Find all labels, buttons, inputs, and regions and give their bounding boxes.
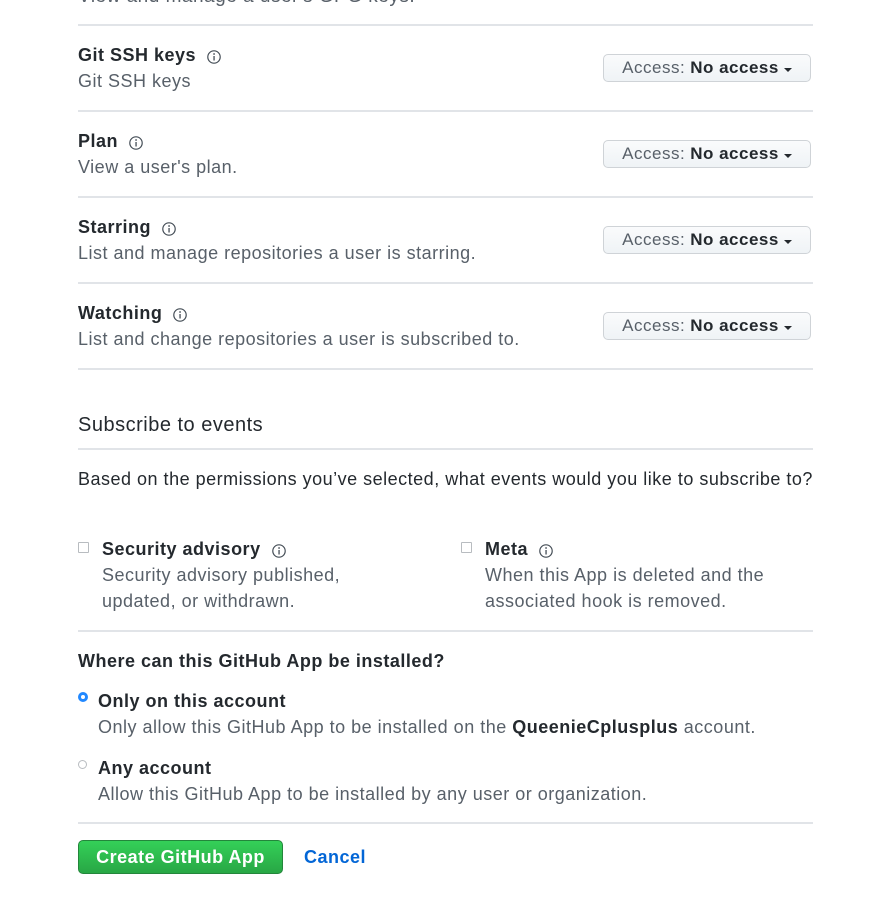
permission-title-starring: Starring xyxy=(78,217,176,238)
create-github-app-button[interactable]: Create GitHub App xyxy=(78,840,283,874)
events-prose: Based on the permissions you’ve selected… xyxy=(78,469,813,489)
account-name: QueenieCplusplus xyxy=(512,717,679,737)
access-dropdown-starring[interactable]: Access: No access xyxy=(603,226,811,254)
clipped-permission-description: View and manage a user's GPG keys. xyxy=(78,0,415,8)
divider xyxy=(78,196,813,198)
divider xyxy=(78,24,813,26)
permission-title-watching: Watching xyxy=(78,303,188,324)
permission-desc-starring: List and manage repositories a user is s… xyxy=(78,243,477,263)
divider xyxy=(78,282,813,284)
radio-title-any-account: Any account xyxy=(98,758,212,778)
info-circle-icon[interactable] xyxy=(162,222,176,236)
caret-down-icon xyxy=(783,153,792,158)
radio-desc-any-account: Allow this GitHub App to be installed by… xyxy=(98,784,648,804)
radio-only-this-account[interactable] xyxy=(78,692,88,702)
install-location-question: Where can this GitHub App be installed? xyxy=(78,651,445,671)
access-dropdown-watching[interactable]: Access: No access xyxy=(603,312,811,340)
divider xyxy=(78,822,813,824)
permission-desc-watching: List and change repositories a user is s… xyxy=(78,329,520,349)
permission-title-plan: Plan xyxy=(78,131,143,152)
caret-down-icon xyxy=(783,67,792,72)
checkbox-meta[interactable] xyxy=(461,542,472,553)
caret-down-icon xyxy=(783,239,792,244)
cancel-link[interactable]: Cancel xyxy=(304,847,366,868)
access-dropdown-git-ssh-keys[interactable]: Access: No access xyxy=(603,54,811,82)
event-title-meta: Meta xyxy=(485,539,553,560)
event-desc-meta: When this App is deleted and the associa… xyxy=(485,565,765,611)
event-title-security-advisory: Security advisory xyxy=(102,539,286,560)
info-circle-icon[interactable] xyxy=(129,136,143,150)
radio-title-only-this-account: Only on this account xyxy=(98,691,287,711)
divider xyxy=(78,368,813,370)
divider xyxy=(78,110,813,112)
radio-desc-only-this-account: Only allow this GitHub App to be install… xyxy=(98,717,756,737)
info-circle-icon[interactable] xyxy=(207,50,221,64)
permission-desc-git-ssh-keys: Git SSH keys xyxy=(78,71,192,91)
caret-down-icon xyxy=(783,325,792,330)
info-circle-icon[interactable] xyxy=(539,544,553,558)
permission-title-git-ssh-keys: Git SSH keys xyxy=(78,45,221,66)
section-title-subscribe-events: Subscribe to events xyxy=(78,414,264,436)
divider xyxy=(78,630,813,632)
info-circle-icon[interactable] xyxy=(271,544,286,558)
radio-any-account[interactable] xyxy=(78,760,87,769)
checkbox-security-advisory[interactable] xyxy=(78,542,89,553)
info-circle-icon[interactable] xyxy=(173,308,188,322)
access-dropdown-plan[interactable]: Access: No access xyxy=(603,140,811,168)
event-desc-security-advisory: Security advisory published, updated, or… xyxy=(102,565,341,611)
permission-desc-plan: View a user's plan. xyxy=(78,157,238,177)
divider xyxy=(78,448,813,450)
